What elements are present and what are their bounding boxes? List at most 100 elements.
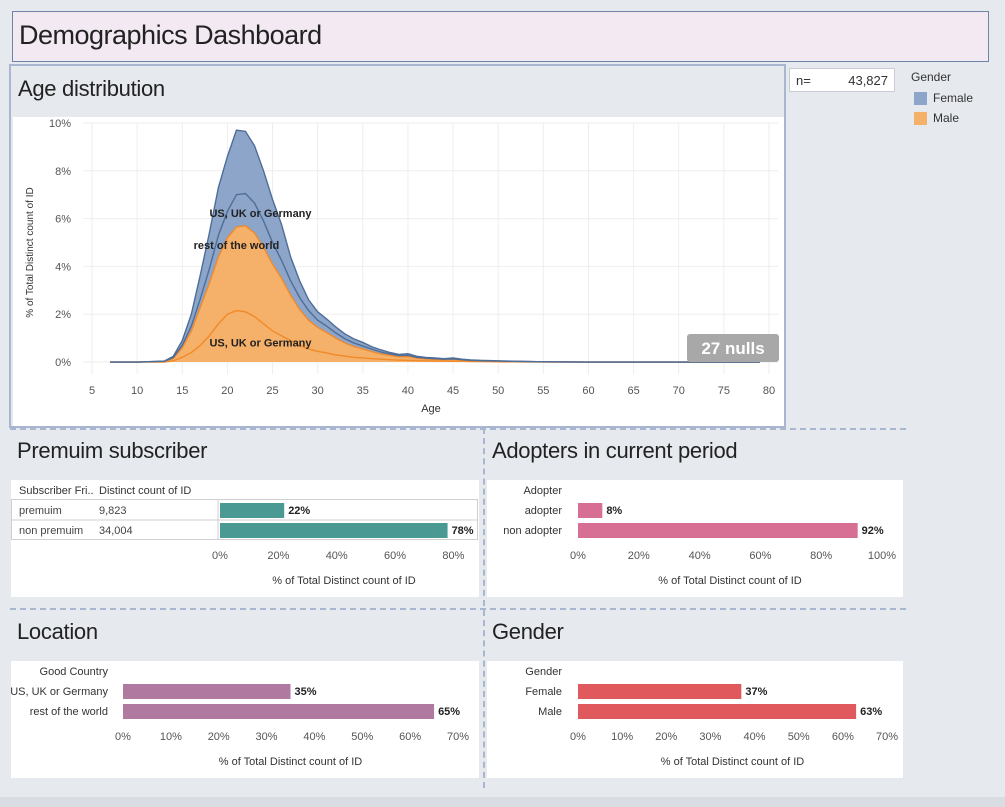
y-tick-label: 10% [49,118,71,130]
age-chart-area: 5 10 15 20 25 30 35 40 45 50 55 60 65 70 75 80 0% 2% 4% 6% 8… [13,117,784,426]
x-tick-label: 0% [570,731,586,743]
footer-strip [0,797,1005,807]
category-label: US, UK or Germany [11,686,108,698]
y-tick-label: 4% [55,261,71,273]
bar-value-label: 22% [288,505,310,517]
legend-swatch-male [914,112,927,125]
x-tick-label: 60% [384,550,406,562]
category-label: adopter [525,505,563,517]
bar [578,503,603,518]
gender-title: Gender [492,619,564,644]
x-tick-label: 60% [399,731,421,743]
x-tick-label: 70% [447,731,469,743]
adopters-title: Adopters in current period [492,438,738,463]
category-label: non adopter [503,525,562,537]
bar-value-label: 8% [606,505,622,517]
area-annotation: rest of the world [194,240,280,252]
premium-chart-area: Subscriber Fri.. Distinct count of ID prem… [11,480,479,597]
premium-subscriber-title: Premuim subscriber [17,438,208,463]
x-tick-label: 20% [208,731,230,743]
gender-chart[interactable]: Gender Female 37% Male 63% 0% 10% 20% 30% 40% 50% 6… [487,661,903,778]
legend-title: Gender [911,70,952,84]
count-label: 34,004 [99,525,133,537]
bar [123,684,291,699]
x-tick-label: 80% [442,550,464,562]
x-tick-label: 10% [160,731,182,743]
location-chart[interactable]: Good Country US, UK or Germany 35% rest of … [11,661,479,778]
legend-item-female[interactable]: Female [914,91,1000,107]
x-tick-label: 40% [744,731,766,743]
bar [578,704,857,719]
location-title: Location [17,619,98,644]
divider-middle [10,608,906,610]
x-tick-label: 0% [212,550,228,562]
bar-value-label: 37% [745,686,767,698]
bar-value-label: 35% [295,686,317,698]
x-tick-label: 0% [570,550,586,562]
table-header-count: Distinct count of ID [99,485,191,497]
nulls-badge-label: 27 nulls [701,339,764,358]
age-distribution-chart[interactable]: 5 10 15 20 25 30 35 40 45 50 55 60 65 70 75 80 0% 2% 4% 6% 8… [13,117,784,426]
x-axis-title: % of Total Distinct count of ID [272,575,416,587]
x-tick-label: 45 [447,385,459,397]
legend-label-female: Female [933,91,974,105]
y-tick-label: 2% [55,309,71,321]
bar [123,704,435,719]
x-tick-label: 50% [351,731,373,743]
x-tick-label: 20% [655,731,677,743]
x-tick-label: 40% [303,731,325,743]
adopters-chart[interactable]: Adopter adopter 8% non adopter 92% 0% 20% 40% 60… [487,480,903,597]
x-tick-label: 20 [221,385,233,397]
bar-value-label: 92% [862,525,884,537]
x-tick-label: 40 [402,385,414,397]
x-axis-title: Age [421,403,441,415]
area-annotation: US, UK or Germany [209,208,312,220]
y-tick-label: 8% [55,166,71,178]
legend-item-male[interactable]: Male [914,111,1000,127]
dashboard-title-bar: Demographics Dashboard [12,11,989,62]
n-count-box: n= 43,827 [789,68,895,92]
legend-label-male: Male [933,111,960,125]
x-axis-title: % of Total Distinct count of ID [658,575,802,587]
bar [578,684,742,699]
adopters-chart-area: Adopter adopter 8% non adopter 92% 0% 20% 40% 60… [487,480,903,597]
divider-top [10,428,906,430]
bar [220,523,448,538]
n-label: n= [796,73,811,88]
age-distribution-title: Age distribution [18,76,165,101]
x-tick-label: 75 [718,385,730,397]
bar [578,523,858,538]
x-axis-title: % of Total Distinct count of ID [661,756,805,768]
age-distribution-panel[interactable]: Age distribution 5 10 15 20 25 30 35 40 45 50 55 60… [9,64,786,428]
x-tick-label: 65 [627,385,639,397]
x-tick-label: 5 [89,385,95,397]
x-tick-label: 30% [699,731,721,743]
x-tick-label: 30% [256,731,278,743]
category-label: non premuim [19,525,83,537]
row-header: Good Country [40,666,109,678]
legend-swatch-female [914,92,927,105]
x-tick-label: 40% [689,550,711,562]
x-tick-label: 50% [788,731,810,743]
x-tick-label: 20% [267,550,289,562]
x-tick-label: 60% [749,550,771,562]
y-tick-label: 0% [55,357,71,369]
gender-legend[interactable]: Gender Female Male [908,70,1000,130]
x-tick-label: 35 [357,385,369,397]
x-tick-label: 20% [628,550,650,562]
y-tick-label: 6% [55,214,71,226]
x-tick-label: 70% [876,731,898,743]
row-header: Gender [525,666,562,678]
x-tick-label: 60 [582,385,594,397]
bar [220,503,285,518]
x-tick-label: 80 [763,385,775,397]
bar-value-label: 63% [860,706,882,718]
page-title: Demographics Dashboard [19,20,322,50]
category-label: rest of the world [30,706,108,718]
premium-subscriber-chart[interactable]: Subscriber Fri.. Distinct count of ID prem… [11,480,479,597]
x-tick-label: 60% [832,731,854,743]
x-tick-label: 30 [312,385,324,397]
x-tick-label: 100% [868,550,896,562]
category-label: Male [538,706,562,718]
location-chart-area: Good Country US, UK or Germany 35% rest of … [11,661,479,778]
